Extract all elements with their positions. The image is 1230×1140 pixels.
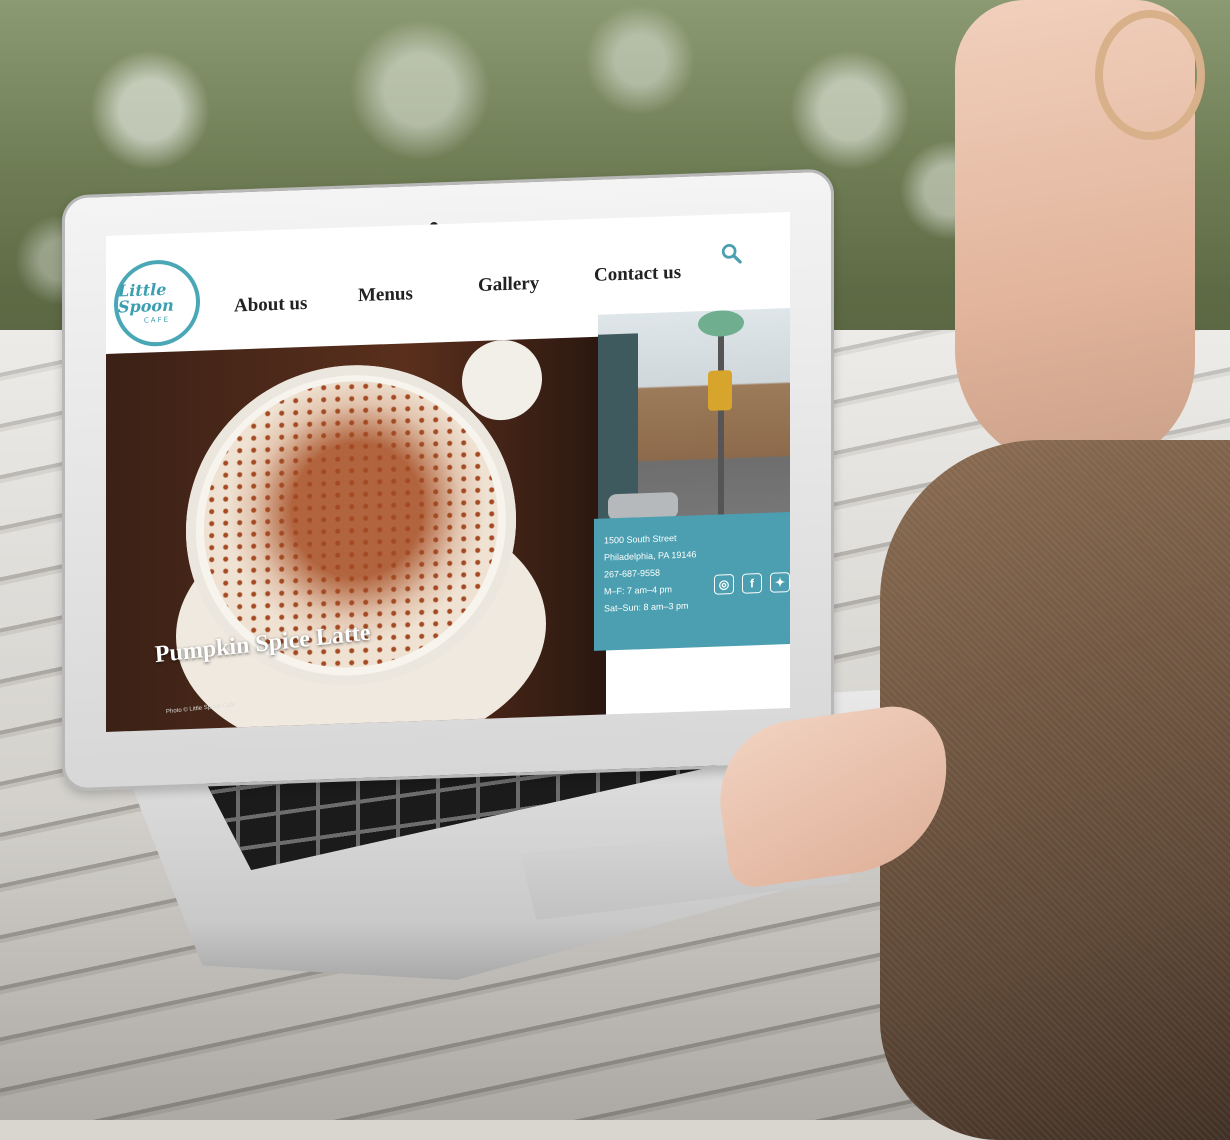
earring [1095,10,1205,140]
social-links: ◎ f ✦ [714,572,790,595]
contact-info-panel: 1500 South Street Philadelphia, PA 19146… [594,512,790,651]
hero-image: Pumpkin Spice Latte Photo © Little Spoon… [106,336,606,732]
traffic-light [708,370,732,411]
site-logo[interactable]: Little Spoon CAFE [114,258,200,348]
nav-menus[interactable]: Menus [358,283,413,307]
cafe-sign [698,309,744,338]
search-icon[interactable] [720,242,742,265]
instagram-icon[interactable]: ◎ [714,574,734,595]
laptop-screen: Little Spoon CAFE About us Menus Gallery… [106,212,790,732]
storefront-photo [598,308,790,525]
nav-gallery[interactable]: Gallery [478,273,539,297]
nav-about-us[interactable]: About us [234,293,307,318]
facebook-icon[interactable]: f [742,573,762,594]
nav-contact-us[interactable]: Contact us [594,262,681,287]
logo-sub: CAFE [143,315,171,325]
logo-script: Little Spoon [118,279,174,317]
twitter-icon[interactable]: ✦ [770,572,790,593]
sign-pole [718,320,724,521]
